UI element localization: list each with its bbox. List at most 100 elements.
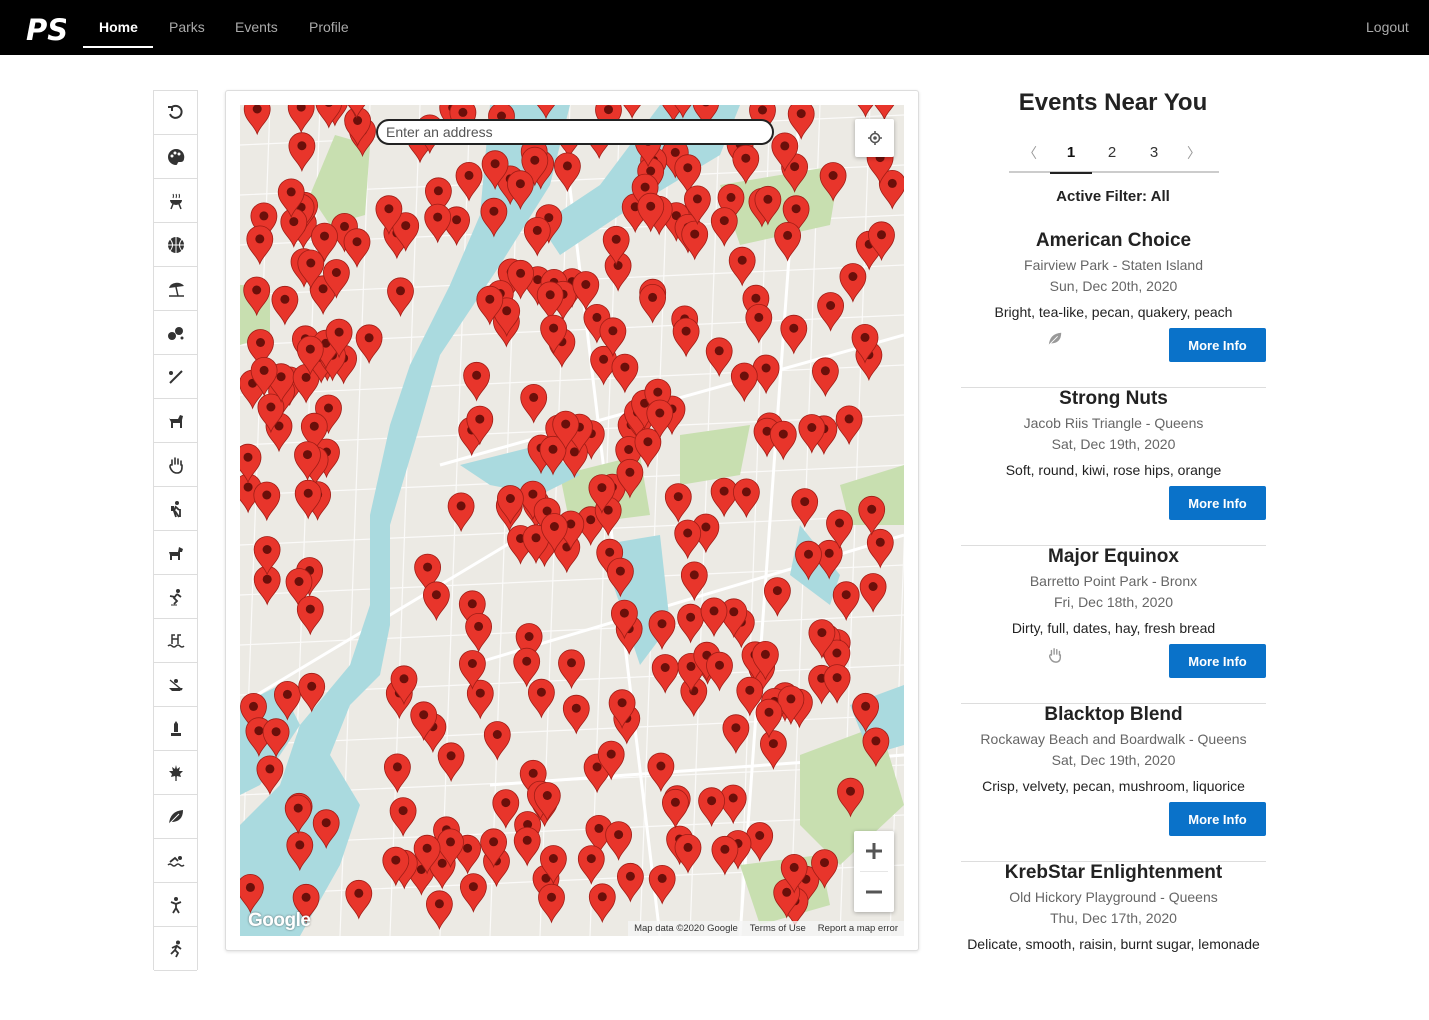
zoom-out-button[interactable] — [854, 872, 894, 912]
zoom-controls — [854, 831, 894, 912]
hand-icon — [168, 456, 183, 474]
filter-hiking-button[interactable] — [154, 487, 197, 531]
leaf-icon — [168, 809, 183, 824]
top-navbar: PS Home Parks Events Profile Logout — [0, 0, 1429, 55]
event-description: Crisp, velvety, pecan, mushroom, liquori… — [982, 778, 1245, 794]
event-description: Soft, round, kiwi, rose hips, orange — [1005, 462, 1222, 478]
crosshair-icon — [867, 131, 882, 145]
pagination-page-3[interactable]: 3 — [1133, 134, 1175, 172]
beach-umbrella-icon — [168, 282, 184, 297]
event-park: Jacob Riis Triangle - Queens — [1023, 415, 1204, 431]
event-name: KrebStar Enlightenment — [1004, 862, 1223, 883]
event-name: American Choice — [1035, 230, 1192, 251]
bell-icon — [170, 720, 181, 736]
kayak-icon — [168, 678, 183, 691]
filter-baseball-button[interactable] — [154, 355, 197, 399]
hand-icon — [1048, 648, 1062, 663]
google-logo: Google — [248, 910, 311, 931]
filter-bbq-button[interactable] — [154, 179, 197, 223]
running-icon — [169, 940, 182, 957]
event-card: KrebStar Enlightenment Old Hickory Playg… — [961, 862, 1266, 1020]
map-basemap — [240, 105, 904, 936]
event-card: Strong Nuts Jacob Riis Triangle - Queens… — [961, 388, 1266, 546]
basketball-icon — [167, 236, 184, 253]
filter-skating-button[interactable] — [154, 575, 197, 619]
nav-profile[interactable]: Profile — [309, 0, 349, 55]
event-park: Rockaway Beach and Boardwalk - Queens — [980, 731, 1247, 747]
nav-active-indicator — [83, 46, 153, 48]
event-name: Strong Nuts — [1059, 388, 1168, 409]
event-park: Fairview Park - Staten Island — [1024, 257, 1203, 273]
pagination-prev-button[interactable]: 〈 — [1009, 134, 1051, 172]
filter-pool-button[interactable] — [154, 619, 197, 663]
more-info-button[interactable]: More Info — [1169, 644, 1266, 678]
report-error-link[interactable]: Report a map error — [818, 923, 898, 934]
event-card: Blacktop Blend Rockaway Beach and Boardw… — [961, 704, 1266, 862]
filter-horse-button[interactable] — [154, 531, 197, 575]
event-card: Major Equinox Barretto Point Park - Bron… — [961, 546, 1266, 704]
terms-link[interactable]: Terms of Use — [750, 923, 806, 934]
filter-playground-button[interactable] — [154, 883, 197, 927]
more-info-button[interactable]: More Info — [1169, 802, 1266, 836]
filter-art-button[interactable] — [154, 135, 197, 179]
activity-filter-toolbar — [153, 90, 198, 971]
plus-icon — [866, 843, 882, 859]
leaf-icon — [1048, 332, 1062, 346]
palette-icon — [167, 148, 184, 165]
pagination-page-1[interactable]: 1 — [1050, 134, 1092, 174]
filter-running-button[interactable] — [154, 927, 197, 971]
filter-monument-button[interactable] — [154, 707, 197, 751]
events-pagination: 〈 1 2 3 〉 — [1009, 134, 1219, 174]
more-info-button[interactable]: More Info — [1169, 328, 1266, 362]
ice-skating-icon — [169, 588, 182, 605]
event-description: Bright, tea-like, pecan, quakery, peach — [994, 304, 1233, 320]
active-filter-label: Active Filter: All — [1056, 188, 1170, 205]
more-info-button[interactable]: More Info — [1169, 486, 1266, 520]
svg-text:PS: PS — [26, 13, 66, 46]
filter-kayak-button[interactable] — [154, 663, 197, 707]
pagination-next-button[interactable]: 〉 — [1173, 134, 1215, 172]
minus-icon — [866, 890, 882, 894]
event-date: Sat, Dec 19th, 2020 — [1051, 436, 1176, 452]
playground-icon — [170, 896, 181, 913]
event-description: Delicate, smooth, raisin, burnt sugar, l… — [967, 936, 1260, 952]
map-attribution: Map data ©2020 Google Terms of Use Repor… — [628, 921, 904, 936]
bocce-icon — [167, 326, 183, 340]
logout-link[interactable]: Logout — [1366, 0, 1409, 55]
event-park: Old Hickory Playground - Queens — [1009, 889, 1218, 905]
event-date: Fri, Dec 18th, 2020 — [1053, 594, 1174, 610]
event-description: Dirty, full, dates, hay, fresh bread — [1011, 620, 1216, 636]
event-card: American Choice Fairview Park - Staten I… — [961, 230, 1266, 388]
filter-handball-button[interactable] — [154, 443, 197, 487]
swimming-icon — [166, 855, 185, 867]
filter-reset-button[interactable] — [154, 91, 197, 135]
map-data-credit: Map data ©2020 Google — [634, 923, 738, 934]
maple-leaf-icon — [168, 764, 183, 781]
dog-icon — [168, 414, 183, 428]
nav-events[interactable]: Events — [235, 0, 278, 55]
horse-icon — [168, 546, 183, 560]
bbq-grill-icon — [169, 193, 182, 209]
filter-nature-button[interactable] — [154, 751, 197, 795]
filter-beach-button[interactable] — [154, 267, 197, 311]
event-date: Sat, Dec 19th, 2020 — [1051, 752, 1176, 768]
event-date: Sun, Dec 20th, 2020 — [1049, 278, 1178, 294]
address-search-input[interactable] — [376, 119, 774, 145]
filter-dog-button[interactable] — [154, 399, 197, 443]
events-title: Events Near You — [1018, 89, 1208, 116]
nav-parks[interactable]: Parks — [169, 0, 205, 55]
pagination-page-2[interactable]: 2 — [1091, 134, 1133, 172]
event-date: Thu, Dec 17th, 2020 — [1050, 910, 1177, 926]
filter-basketball-button[interactable] — [154, 223, 197, 267]
events-map[interactable]: Google Map data ©2020 Google Terms of Us… — [240, 105, 904, 936]
event-name: Major Equinox — [1048, 546, 1179, 567]
hiking-icon — [170, 500, 181, 517]
filter-swimming-button[interactable] — [154, 839, 197, 883]
zoom-in-button[interactable] — [854, 831, 894, 871]
undo-icon — [167, 104, 183, 119]
event-name: Blacktop Blend — [1044, 704, 1183, 725]
ps-logo[interactable]: PS — [26, 12, 66, 46]
my-location-button[interactable] — [855, 119, 894, 157]
filter-bocce-button[interactable] — [154, 311, 197, 355]
filter-garden-button[interactable] — [154, 795, 197, 839]
